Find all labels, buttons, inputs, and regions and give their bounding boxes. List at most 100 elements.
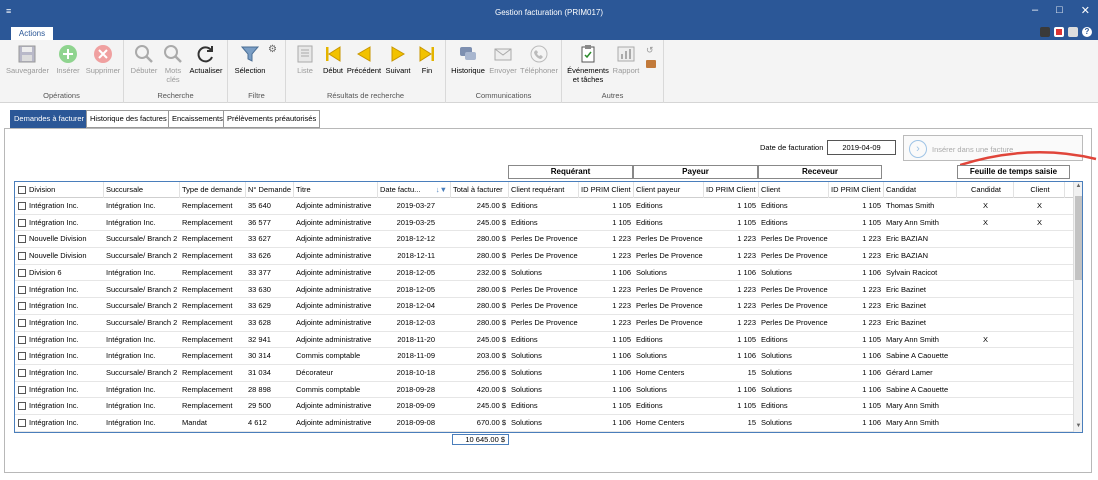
table-row[interactable]: Intégration Inc. Succursale/ Branch 2 Remp… [15, 315, 1075, 332]
row-checkbox[interactable] [18, 202, 26, 210]
row-checkbox[interactable] [18, 385, 26, 394]
help-icon[interactable]: ? [1082, 27, 1092, 37]
delete-button[interactable]: Supprimer [84, 44, 122, 75]
column-header-timesheet-client[interactable]: Client [1014, 182, 1065, 198]
column-header-timesheet-candidate[interactable]: Candidat [957, 182, 1014, 198]
group-header-timesheet: Feuille de temps saisie [957, 165, 1070, 179]
cell-requester-client: Editions [511, 401, 538, 411]
selection-button[interactable]: Sélection [232, 44, 268, 75]
table-row[interactable]: Intégration Inc. Intégration Inc. Remplace… [15, 198, 1075, 215]
send-button[interactable]: Envoyer [488, 44, 518, 75]
refresh-button[interactable]: Actualiser [186, 44, 226, 75]
events-tasks-button[interactable]: Événements et tâches [566, 44, 610, 84]
cell-billing-date: 2019-03-27 [396, 201, 435, 210]
billing-date-field[interactable]: 2019-04-09 [827, 140, 896, 155]
close-icon[interactable]: ✕ [1081, 4, 1090, 17]
tab-collections[interactable]: Encaissements [168, 110, 227, 128]
table-row[interactable]: Intégration Inc. Intégration Inc. Remplace… [15, 332, 1075, 349]
keywords-button[interactable]: Mots clés [160, 44, 186, 84]
row-checkbox[interactable] [18, 218, 26, 227]
column-header-receiver-client[interactable]: Client [759, 182, 829, 198]
vertical-scrollbar[interactable]: ▲ ▼ [1073, 182, 1082, 432]
briefcase-icon[interactable] [646, 60, 656, 68]
calculator-icon[interactable] [1040, 27, 1050, 37]
column-header-billing-date[interactable]: Date factu... ↓▼ [378, 182, 451, 198]
column-header-receiver-id[interactable]: ID PRIM Client [829, 182, 884, 198]
cell-branch: Intégration Inc. [106, 217, 156, 227]
cell-branch: Intégration Inc. [106, 401, 156, 411]
scrollbar-thumb[interactable] [1075, 196, 1082, 280]
table-row[interactable]: Intégration Inc. Succursale/ Branch 2 Remp… [15, 298, 1075, 315]
cell-payer-client: Perles De Provence [636, 317, 703, 327]
select-all-checkbox[interactable] [18, 186, 26, 194]
first-button[interactable]: Début [320, 44, 346, 75]
table-row[interactable]: Intégration Inc. Intégration Inc. Remplace… [15, 348, 1075, 365]
sort-desc-filter-icon[interactable]: ↓▼ [436, 182, 447, 197]
history-button[interactable]: Historique [448, 44, 488, 75]
group-filter: Sélection ⚙ Filtre [228, 40, 286, 103]
table-row[interactable]: Intégration Inc. Intégration Inc. Remplace… [15, 215, 1075, 232]
column-header-division[interactable]: Division [27, 182, 104, 198]
cell-payer-client: Solutions [636, 384, 667, 394]
cell-requester-client: Solutions [511, 267, 542, 277]
tab-invoice-history[interactable]: Historique des factures [86, 110, 171, 128]
start-search-button[interactable]: Débuter [128, 44, 160, 75]
report-button[interactable]: Rapport [610, 44, 642, 75]
column-header-request-type[interactable]: Type de demande [180, 182, 246, 198]
column-header-requester-id[interactable]: ID PRIM Client [579, 182, 634, 198]
group-search: Débuter Mots clés Actualiser Recherche [124, 40, 228, 103]
cell-receiver-client: Solutions [761, 418, 792, 428]
row-checkbox[interactable] [18, 369, 26, 377]
insert-button[interactable]: Insérer [52, 44, 84, 75]
column-header-title[interactable]: Titre [294, 182, 378, 198]
row-checkbox[interactable] [18, 302, 26, 311]
table-row[interactable]: Intégration Inc. Succursale/ Branch 2 Remp… [15, 365, 1075, 382]
tab-preauthorized-debits[interactable]: Prélèvements préautorisés [223, 110, 321, 128]
row-checkbox[interactable] [18, 352, 26, 361]
column-header-total[interactable]: Total à facturer [451, 182, 509, 198]
previous-icon [354, 44, 374, 64]
maximize-icon[interactable]: □ [1056, 4, 1063, 17]
row-checkbox[interactable] [18, 402, 26, 411]
column-header-request-number[interactable]: N° Demande [246, 182, 294, 198]
window-title: Gestion facturation (PRIM017) [494, 8, 604, 17]
cell-requester-id: 1 223 [612, 301, 631, 311]
scroll-down-icon[interactable]: ▼ [1074, 423, 1082, 431]
column-header-candidate[interactable]: Candidat [884, 182, 957, 198]
tab-invoice-requests[interactable]: Demandes à facturer [10, 110, 89, 128]
row-checkbox[interactable] [18, 419, 26, 428]
row-checkbox[interactable] [18, 235, 26, 244]
column-header-requester-client[interactable]: Client requérant [509, 182, 579, 198]
filter-settings-icon[interactable]: ⚙ [268, 44, 277, 55]
column-header-payer-client[interactable]: Client payeur [634, 182, 704, 198]
previous-button[interactable]: Précédent [346, 44, 382, 75]
row-checkbox[interactable] [18, 318, 26, 327]
phone-button[interactable]: Téléphoner [518, 44, 560, 75]
table-row[interactable]: Intégration Inc. Succursale/ Branch 2 Remp… [15, 282, 1075, 299]
table-row[interactable]: Nouvelle Division Succursale/ Branch 2 Rem… [15, 248, 1075, 265]
column-header-payer-id[interactable]: ID PRIM Client [704, 182, 759, 198]
table-row[interactable]: Nouvelle Division Succursale/ Branch 2 Rem… [15, 231, 1075, 249]
cell-billing-date: 2019-03-25 [396, 217, 435, 227]
row-checkbox[interactable] [18, 335, 26, 344]
scroll-up-icon[interactable]: ▲ [1074, 183, 1082, 191]
cell-total: 203.00 $ [476, 351, 506, 361]
last-button[interactable]: Fin [414, 44, 440, 75]
table-row[interactable]: Intégration Inc. Intégration Inc. Remplace… [15, 398, 1075, 416]
list-button[interactable]: Liste [290, 44, 320, 75]
flag-icon[interactable] [1054, 27, 1064, 37]
table-row[interactable]: Intégration Inc. Intégration Inc. Mandat 4 … [15, 415, 1075, 432]
history-clock-icon[interactable]: ↺ [646, 45, 654, 56]
table-row[interactable]: Division 6 Intégration Inc. Remplacement 33… [15, 265, 1075, 282]
next-button[interactable]: Suivant [382, 44, 414, 75]
tab-actions[interactable]: Actions [10, 26, 54, 40]
minimize-icon[interactable]: – [1032, 4, 1038, 17]
lock-icon[interactable] [1068, 27, 1078, 37]
row-checkbox[interactable] [18, 268, 26, 277]
cell-request-type: Remplacement [182, 401, 233, 411]
row-checkbox[interactable] [18, 285, 26, 294]
row-checkbox[interactable] [18, 252, 26, 261]
save-button[interactable]: Sauvegarder [6, 44, 49, 75]
column-header-branch[interactable]: Succursale [104, 182, 180, 198]
table-row[interactable]: Intégration Inc. Intégration Inc. Remplace… [15, 382, 1075, 399]
